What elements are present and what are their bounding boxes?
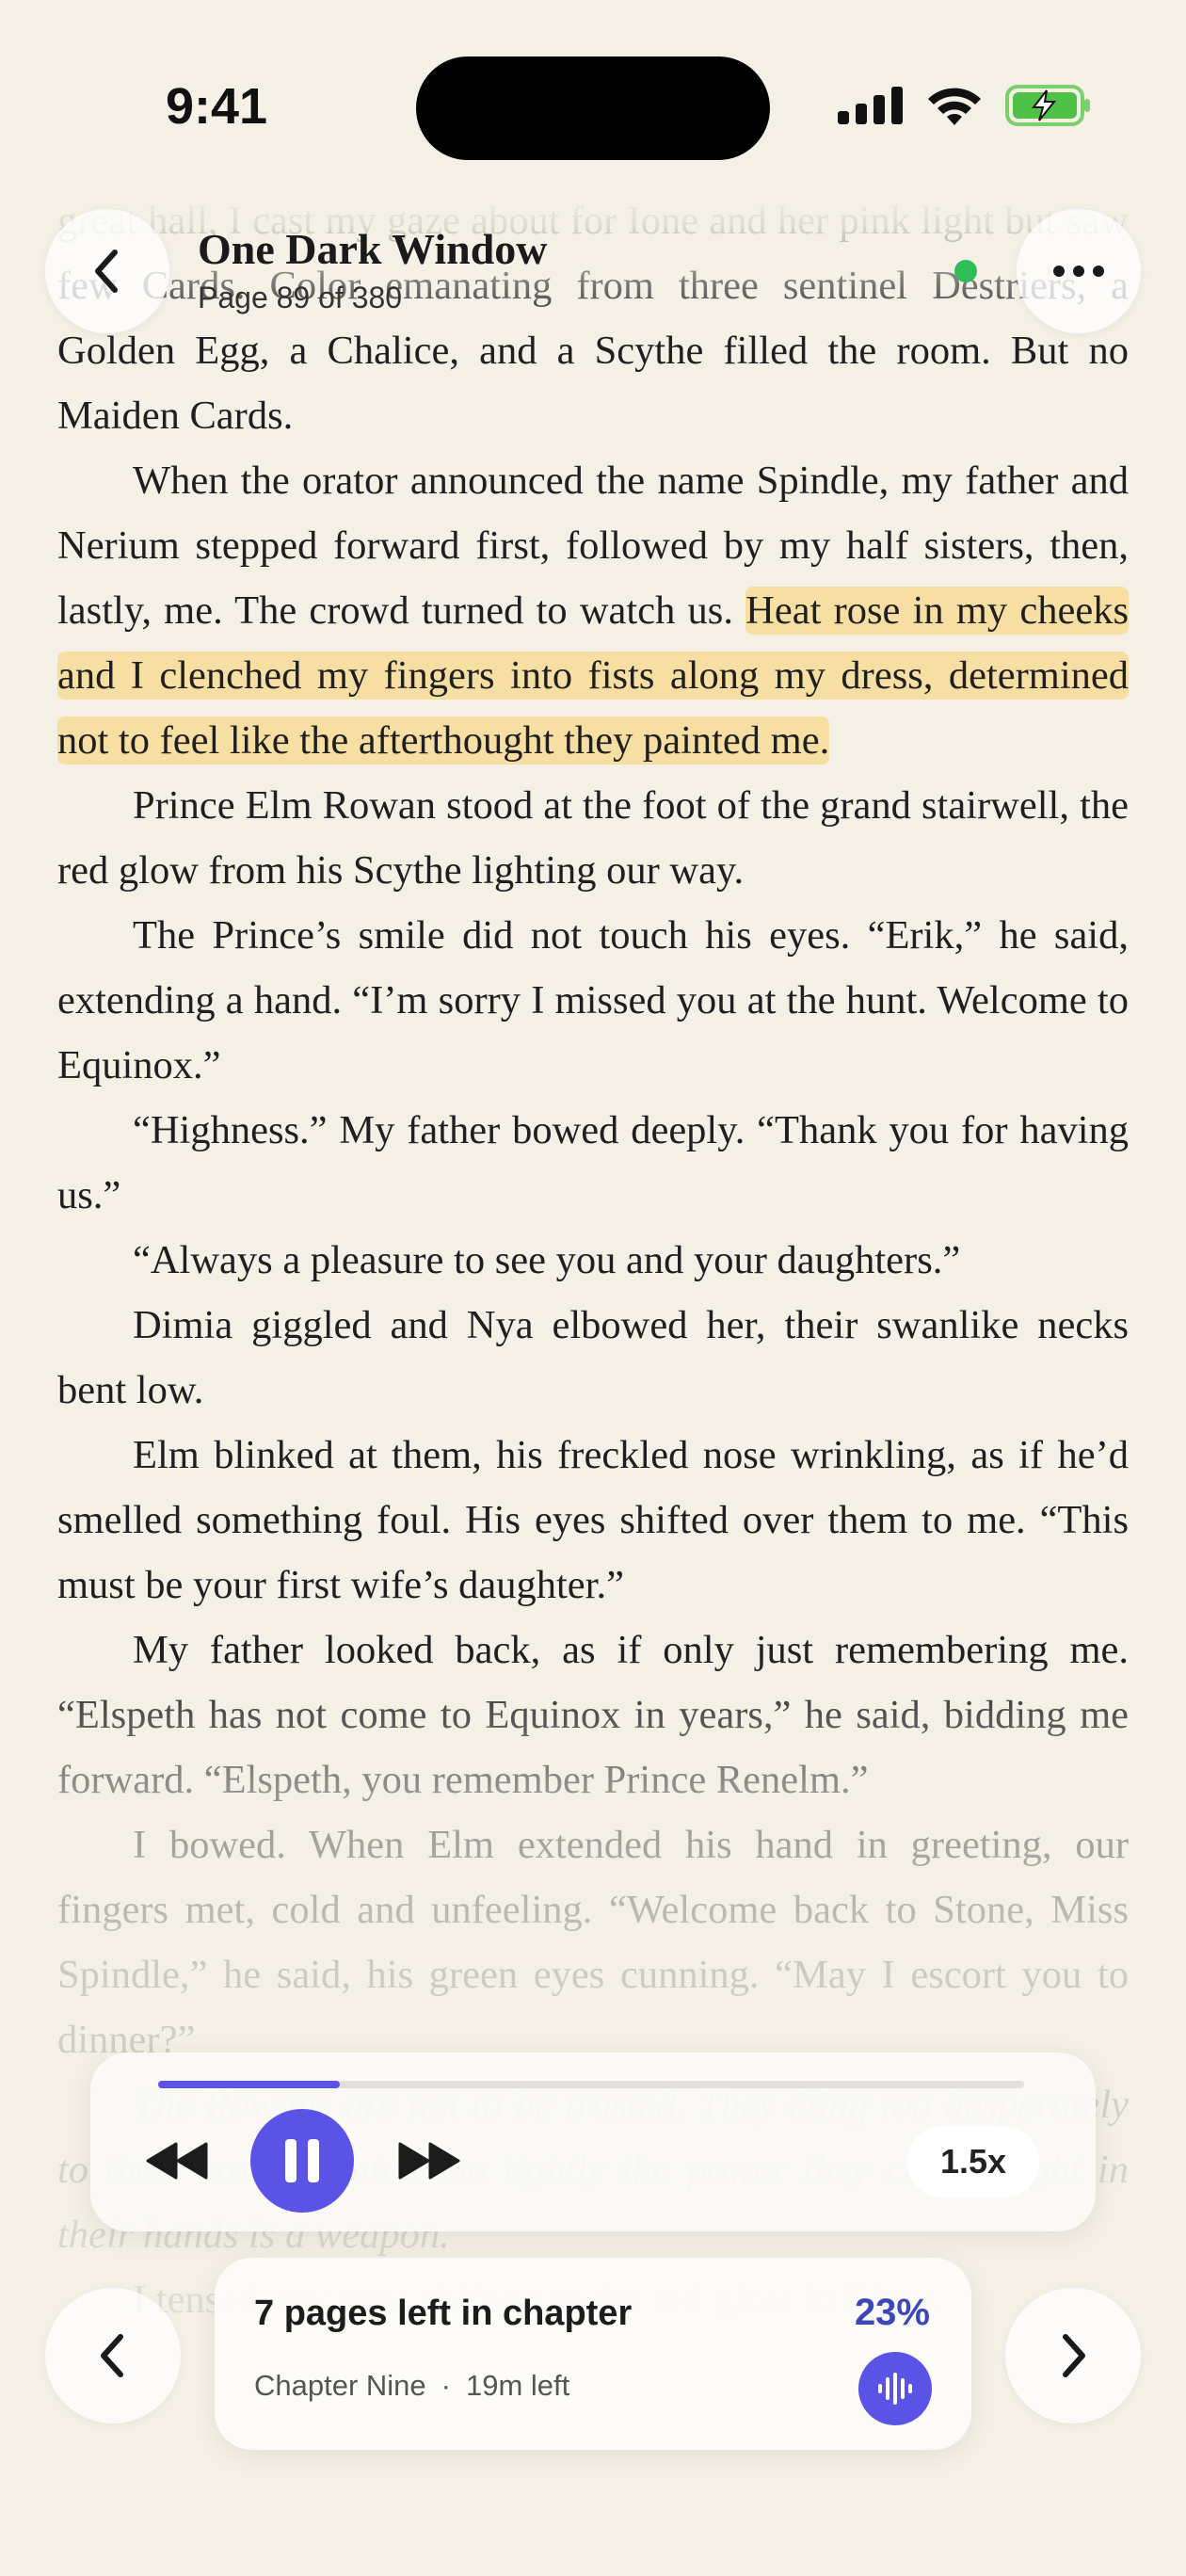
pause-icon — [285, 2139, 319, 2182]
chevron-left-icon — [101, 2334, 123, 2377]
book-title: One Dark Window — [198, 225, 548, 273]
more-options-button[interactable] — [1017, 209, 1141, 333]
chapter-name: Chapter Nine — [254, 2369, 426, 2402]
meta-separator: · — [441, 2369, 451, 2402]
playback-speed-button[interactable]: 1.5x — [907, 2126, 1039, 2198]
waveform-icon — [878, 2373, 912, 2405]
chevron-left-icon — [95, 250, 118, 293]
cellular-signal-icon — [838, 87, 903, 124]
paragraph: The Prince’s smile did not touch his eye… — [57, 913, 1129, 1087]
paragraph: Prince Elm Rowan stood at the foot of th… — [57, 783, 1129, 893]
status-time: 9:41 — [166, 78, 268, 135]
pages-left-label: 7 pages left in chapter — [254, 2294, 633, 2333]
dynamic-island — [416, 56, 770, 160]
sync-status-dot — [954, 260, 977, 282]
playback-progress[interactable] — [158, 2081, 1024, 2088]
chevron-right-icon — [1063, 2334, 1085, 2377]
chapter-meta: Chapter Nine · 19m left — [254, 2369, 569, 2403]
paragraph: Elm blinked at them, his freckled nose w… — [57, 1433, 1129, 1607]
back-button[interactable] — [45, 209, 169, 333]
page-number: Page 89 of 380 — [198, 281, 403, 314]
book-percent: 23% — [854, 2292, 930, 2333]
pause-button[interactable] — [250, 2109, 354, 2213]
paragraph: “Highness.” My father bowed deeply. “Tha… — [57, 1108, 1129, 1217]
fast-forward-icon — [398, 2142, 460, 2180]
status-icons — [838, 85, 1092, 126]
paragraph: When the orator announced the name Spind… — [57, 448, 1129, 773]
ellipsis-icon — [1053, 266, 1104, 277]
previous-page-button[interactable] — [45, 2288, 181, 2423]
wifi-icon — [928, 88, 981, 125]
fast-forward-button[interactable] — [393, 2130, 465, 2192]
time-left: 19m left — [465, 2369, 570, 2402]
rewind-button[interactable] — [141, 2130, 213, 2192]
battery-charging-icon — [1005, 85, 1090, 126]
rewind-icon — [146, 2142, 208, 2180]
playback-progress-fill — [158, 2081, 341, 2088]
reading-text[interactable]: great hall, I cast my gaze about for Ion… — [57, 188, 1129, 2332]
paragraph: Dimia giggled and Nya elbowed her, their… — [57, 1303, 1129, 1412]
audio-button[interactable] — [858, 2352, 932, 2425]
paragraph: “Always a pleasure to see you and your d… — [133, 1238, 961, 1282]
paragraph: My father looked back, as if only just r… — [57, 1628, 1129, 1802]
chapter-progress-card[interactable]: 7 pages left in chapter 23% Chapter Nine… — [215, 2258, 971, 2450]
audio-player: 1.5x — [90, 2053, 1096, 2231]
paragraph: I bowed. When Elm extended his hand in g… — [57, 1823, 1129, 2062]
next-page-button[interactable] — [1005, 2288, 1141, 2423]
